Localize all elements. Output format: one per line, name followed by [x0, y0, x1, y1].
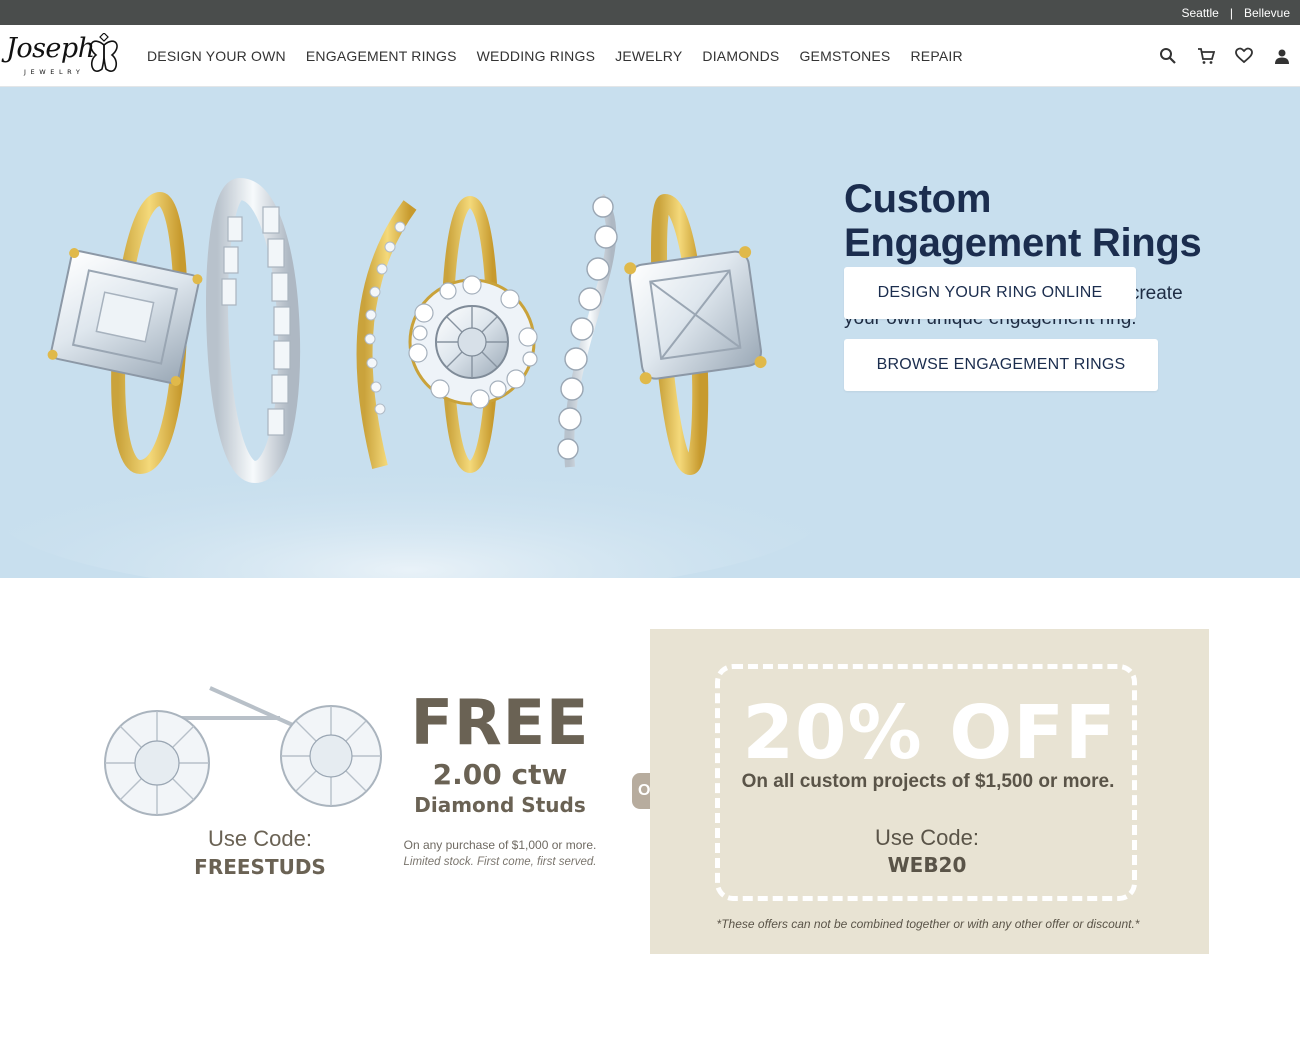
user-icon[interactable]: [1272, 46, 1292, 66]
free-product: Diamond Studs: [414, 793, 586, 817]
free-note: On any purchase of $1,000 or more.: [403, 838, 597, 852]
main-nav: DESIGN YOUR OWN ENGAGEMENT RINGS WEDDING…: [147, 25, 983, 86]
logo[interactable]: Joseph JEWELRY: [4, 31, 120, 83]
free-studs-promo[interactable]: Use Code: FREESTUDS FREE 2.00 ctw Diamon…: [95, 668, 615, 898]
hero-banner: Custom Engagement Rings Work online with…: [0, 87, 1300, 578]
nav-repair[interactable]: REPAIR: [910, 48, 962, 64]
twenty-off-promo[interactable]: 20% OFF On all custom projects of $1,500…: [650, 629, 1209, 954]
free-studs-copy: FREE 2.00 ctw Diamond Studs On any purch…: [385, 686, 615, 869]
free-studs-code: Use Code: FREESTUDS: [165, 826, 355, 880]
off-headline: 20% OFF: [742, 690, 1117, 776]
browse-engagement-rings-button[interactable]: BROWSE ENGAGEMENT RINGS: [844, 339, 1158, 391]
nav-engagement-rings[interactable]: ENGAGEMENT RINGS: [306, 48, 457, 64]
nav-gemstones[interactable]: GEMSTONES: [799, 48, 890, 64]
location-link-seattle[interactable]: Seattle: [1181, 6, 1218, 20]
free-carat: 2.00 ctw: [432, 758, 568, 791]
logo-subtitle: JEWELRY: [24, 68, 85, 76]
diamond-studs-image: [104, 686, 382, 816]
header-icons: [1140, 25, 1292, 86]
cart-icon[interactable]: [1196, 46, 1216, 66]
free-headline: FREE: [410, 686, 590, 759]
off-code-value: WEB20: [887, 853, 967, 877]
rings-image: [0, 87, 820, 578]
logo-wordmark: Joseph: [6, 33, 95, 64]
search-icon[interactable]: [1158, 46, 1178, 66]
off-code-label: Use Code:: [875, 825, 979, 850]
hero-title-line2: Engagement Rings: [844, 221, 1202, 265]
off-subtext: On all custom projects of $1,500 or more…: [741, 771, 1115, 792]
design-ring-online-button[interactable]: DESIGN YOUR RING ONLINE: [844, 267, 1136, 319]
offer-disclaimer: *These offers can not be combined togeth…: [716, 917, 1140, 931]
nav-jewelry[interactable]: JEWELRY: [615, 48, 682, 64]
location-link-bellevue[interactable]: Bellevue: [1244, 6, 1290, 20]
heart-icon[interactable]: [1234, 46, 1254, 66]
hero-title-line1: Custom: [844, 177, 992, 221]
nav-design-your-own[interactable]: DESIGN YOUR OWN: [147, 48, 286, 64]
location-separator: |: [1229, 5, 1233, 20]
location-links: Seattle | Bellevue: [1181, 0, 1290, 25]
free-studs-code-label: Use Code:: [208, 826, 312, 851]
hero-title: Custom Engagement Rings: [844, 177, 1284, 265]
site-header: Joseph JEWELRY DESIGN YOUR OWN ENGAGEMEN…: [0, 25, 1300, 87]
nav-wedding-rings[interactable]: WEDDING RINGS: [477, 48, 596, 64]
butterfly-icon: [90, 33, 118, 72]
top-bar: Seattle | Bellevue: [0, 0, 1300, 25]
free-note-stock: Limited stock. First come, first served.: [403, 856, 597, 868]
free-studs-code-value: FREESTUDS: [194, 855, 326, 879]
nav-diamonds[interactable]: DIAMONDS: [702, 48, 779, 64]
